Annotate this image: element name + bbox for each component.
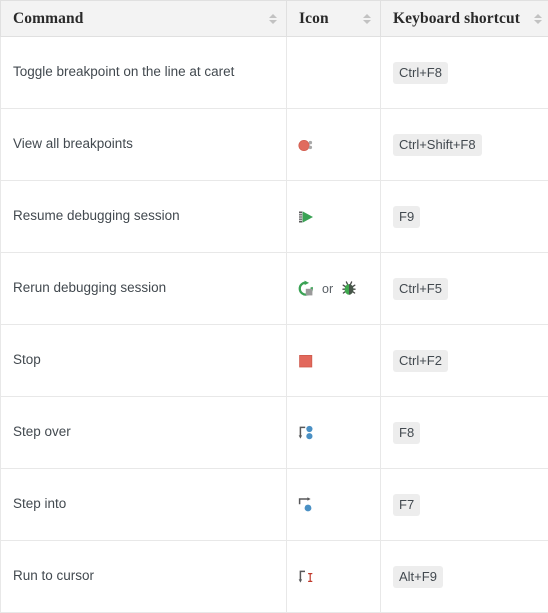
table-header: Command Icon Keyboar [1, 1, 548, 37]
column-header-icon-label: Icon [299, 10, 329, 28]
sort-descending-icon [534, 20, 542, 24]
icon-cell [287, 109, 381, 181]
sort-arrows-icon[interactable] [268, 14, 277, 24]
icon-cell [287, 541, 381, 613]
table-row: Step into F7 [1, 469, 548, 541]
column-header-keyboard-shortcut-label: Keyboard shortcut [393, 10, 520, 28]
command-cell: Stop [1, 325, 287, 397]
run-to-cursor-icon [297, 568, 317, 586]
icon-cell [287, 469, 381, 541]
command-cell: Rerun debugging session [1, 253, 287, 325]
column-header-icon[interactable]: Icon [287, 1, 381, 37]
shortcut-key: F8 [393, 422, 420, 444]
sort-arrows-icon[interactable] [533, 14, 542, 24]
shortcut-cell: Ctrl+F5 [381, 253, 548, 325]
table-header-row: Command Icon Keyboar [1, 1, 548, 37]
command-cell: Step into [1, 469, 287, 541]
rerun-icon [297, 280, 315, 298]
command-cell: Step over [1, 397, 287, 469]
table-row: View all breakpoints Ctrl+Shift+F8 [1, 109, 548, 181]
sort-ascending-icon [269, 14, 277, 18]
column-header-command[interactable]: Command [1, 1, 287, 37]
shortcut-key: Ctrl+F5 [393, 278, 448, 300]
view-breakpoints-icon [297, 136, 315, 154]
icon-cell: or [287, 253, 381, 325]
table-body: Toggle breakpoint on the line at caret C… [1, 37, 548, 613]
table-row: Step over F8 [1, 397, 548, 469]
shortcut-cell: Ctrl+F2 [381, 325, 548, 397]
table-row: Toggle breakpoint on the line at caret C… [1, 37, 548, 109]
shortcut-cell: Ctrl+F8 [381, 37, 548, 109]
shortcut-cell: Alt+F9 [381, 541, 548, 613]
sort-descending-icon [363, 20, 371, 24]
sort-ascending-icon [534, 14, 542, 18]
table-row: Stop Ctrl+F2 [1, 325, 548, 397]
keyboard-shortcuts-table: Command Icon Keyboar [0, 0, 548, 613]
shortcut-key: F9 [393, 206, 420, 228]
command-cell: Run to cursor [1, 541, 287, 613]
step-over-icon [297, 424, 315, 442]
sort-ascending-icon [363, 14, 371, 18]
icon-cell [287, 37, 381, 109]
table-row: Rerun debugging session or [1, 253, 548, 325]
sort-descending-icon [269, 20, 277, 24]
shortcut-cell: Ctrl+Shift+F8 [381, 109, 548, 181]
stop-icon [297, 352, 315, 370]
shortcut-key: F7 [393, 494, 420, 516]
icon-cell [287, 181, 381, 253]
sort-arrows-icon[interactable] [362, 14, 371, 24]
shortcut-key: Ctrl+F2 [393, 350, 448, 372]
icon-cell [287, 397, 381, 469]
shortcut-key: Ctrl+Shift+F8 [393, 134, 482, 156]
shortcut-cell: F8 [381, 397, 548, 469]
command-cell: Toggle breakpoint on the line at caret [1, 37, 287, 109]
column-header-keyboard-shortcut[interactable]: Keyboard shortcut [381, 1, 548, 37]
shortcut-key: Ctrl+F8 [393, 62, 448, 84]
shortcut-cell: F7 [381, 469, 548, 541]
icon-cell [287, 325, 381, 397]
shortcut-cell: F9 [381, 181, 548, 253]
column-header-command-label: Command [13, 10, 83, 28]
table-row: Resume debugging session F9 [1, 181, 548, 253]
step-into-icon [297, 496, 315, 514]
command-cell: View all breakpoints [1, 109, 287, 181]
table-row: Run to cursor Alt+F9 [1, 541, 548, 613]
icon-separator-label: or [322, 282, 333, 296]
command-cell: Resume debugging session [1, 181, 287, 253]
debug-bug-icon [340, 280, 358, 298]
resume-program-icon [297, 208, 317, 226]
shortcut-key: Alt+F9 [393, 566, 443, 588]
